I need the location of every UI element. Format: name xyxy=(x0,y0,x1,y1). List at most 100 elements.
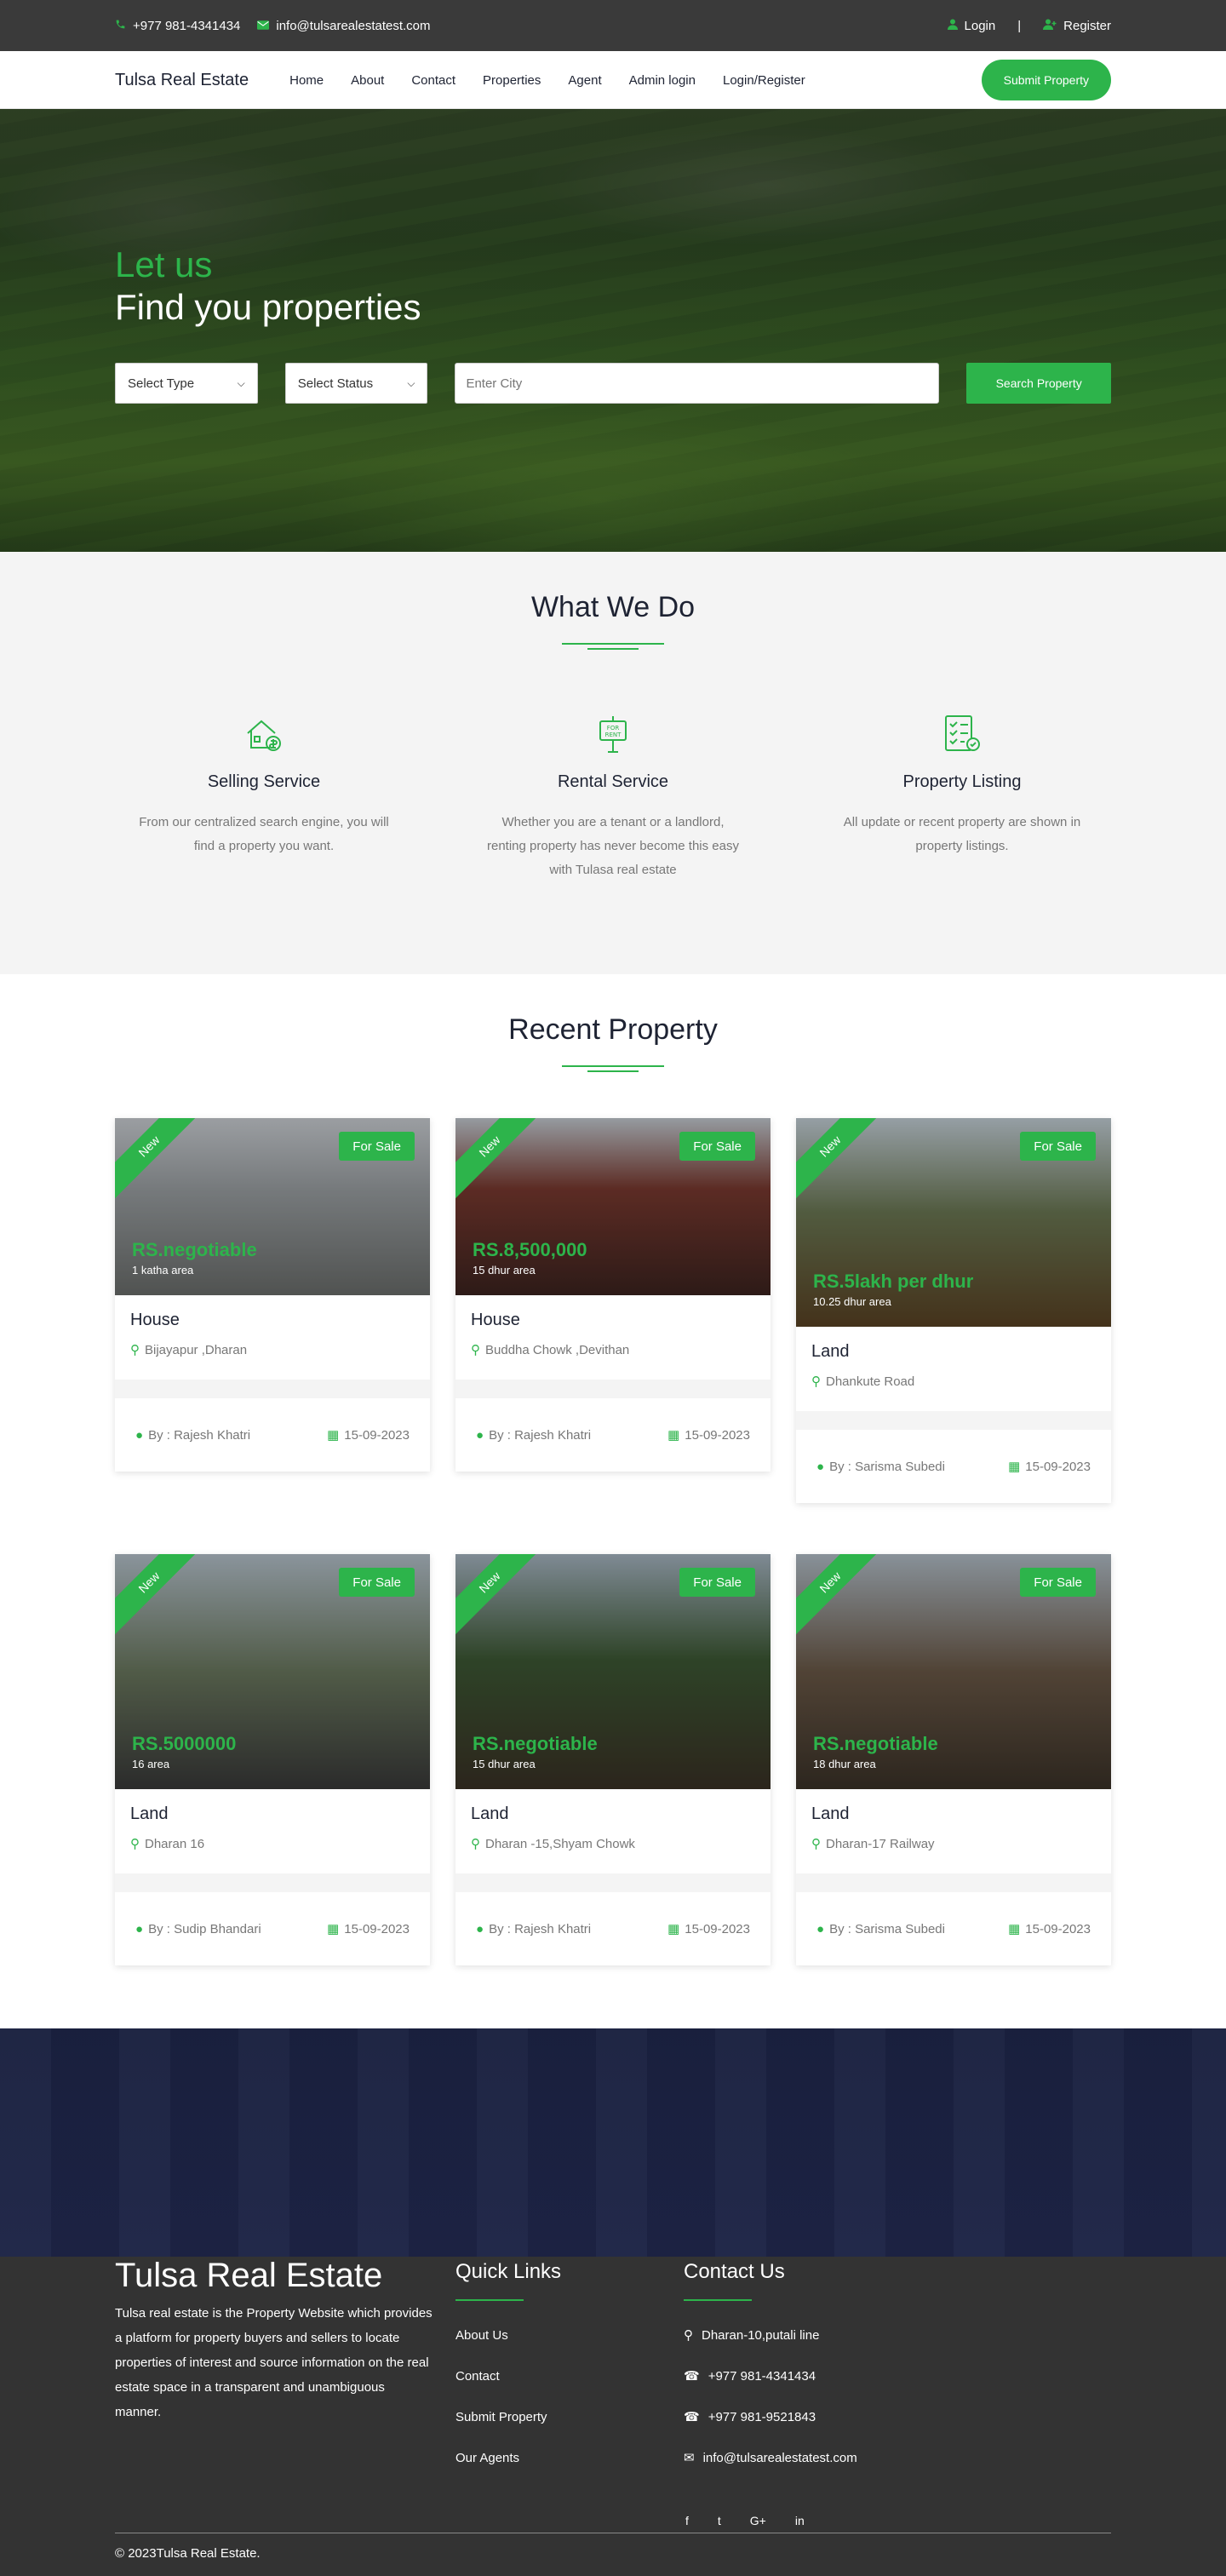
phone2-text: +977 981-9521843 xyxy=(708,2409,816,2424)
footer-phone1[interactable]: ☎ +977 981-4341434 xyxy=(684,2355,1024,2396)
property-card[interactable]: New For Sale RS.negotiable 15 dhur area … xyxy=(455,1554,771,1965)
property-footer: ● By : Rajesh Khatri ▦ 15-09-2023 xyxy=(455,1892,771,1965)
location-text: Dharan-17 Railway xyxy=(826,1836,935,1851)
new-ribbon: New xyxy=(796,1118,888,1204)
service-title: Selling Service xyxy=(207,772,321,791)
date-text: 15-09-2023 xyxy=(1025,1460,1091,1474)
hero-heading-line2: Find you properties xyxy=(115,287,421,328)
user-icon: ● xyxy=(816,1921,825,1936)
nav-agent[interactable]: Agent xyxy=(554,73,615,88)
calendar-icon: ▦ xyxy=(667,1922,680,1936)
service-text: From our centralized search engine, you … xyxy=(139,815,389,853)
service-text: All update or recent property are shown … xyxy=(843,815,1081,853)
navbar: Tulsa Real Estate Home About Contact Pro… xyxy=(0,51,1226,109)
property-card[interactable]: New For Sale RS.5lakh per dhur 10.25 dhu… xyxy=(796,1118,1111,1503)
property-location: ⚲ Dharan-17 Railway xyxy=(811,1836,1096,1852)
property-area: 15 dhur area xyxy=(473,1758,536,1770)
service-rental: FOR RENT Rental Service Whether you are a… xyxy=(481,714,745,882)
nav-admin-login[interactable]: Admin login xyxy=(616,73,709,88)
date-text: 15-09-2023 xyxy=(685,1922,750,1936)
nav-login-register[interactable]: Login/Register xyxy=(709,73,819,88)
property-agent: ● By : Sarisma Subedi xyxy=(816,1460,945,1474)
nav-brand[interactable]: Tulsa Real Estate xyxy=(115,71,249,90)
property-type[interactable]: House xyxy=(471,1311,755,1330)
footer-link-contact[interactable]: Contact xyxy=(455,2355,684,2396)
twitter-icon[interactable]: t xyxy=(718,2514,721,2527)
topbar-register[interactable]: Register xyxy=(1043,19,1111,33)
nav-properties[interactable]: Properties xyxy=(469,73,554,88)
social-links: f t G+ in xyxy=(685,2514,805,2527)
copyright: © 2023Tulsa Real Estate. xyxy=(115,2546,261,2561)
property-location: ⚲ Dhankute Road xyxy=(811,1374,1096,1390)
user-icon: ● xyxy=(476,1921,484,1936)
property-date: ▦ 15-09-2023 xyxy=(667,1921,750,1936)
nav-contact[interactable]: Contact xyxy=(398,73,469,88)
google-plus-icon[interactable]: G+ xyxy=(750,2514,766,2527)
agent-name: Sudip Bhandari xyxy=(174,1921,261,1936)
for-sale-badge: For Sale xyxy=(679,1568,755,1597)
property-card[interactable]: New For Sale RS.negotiable 18 dhur area … xyxy=(796,1554,1111,1965)
select-status-dropdown[interactable]: Select Status ⌵ xyxy=(284,363,428,404)
location-text: Buddha Chowk ,Devithan xyxy=(485,1342,630,1357)
linkedin-icon[interactable]: in xyxy=(795,2514,805,2527)
property-image[interactable]: New For Sale RS.5000000 16 area xyxy=(115,1554,430,1789)
footer-link-about[interactable]: About Us xyxy=(455,2315,684,2355)
property-image[interactable]: New For Sale RS.negotiable 1 katha area xyxy=(115,1118,430,1295)
footer-phone2[interactable]: ☎ +977 981-9521843 xyxy=(684,2396,1024,2437)
topbar-phone[interactable]: +977 981-4341434 xyxy=(115,19,240,33)
property-card[interactable]: New For Sale RS.negotiable 1 katha area … xyxy=(115,1118,430,1472)
property-area: 15 dhur area xyxy=(473,1264,536,1277)
property-area: 18 dhur area xyxy=(813,1758,876,1770)
topbar-login[interactable]: Login xyxy=(947,19,995,33)
contact-title: Contact Us xyxy=(684,2260,785,2283)
phone-icon: ☎ xyxy=(684,2410,700,2424)
new-ribbon: New xyxy=(455,1118,547,1204)
recent-property-title: Recent Property xyxy=(508,1013,718,1046)
property-image[interactable]: New For Sale RS.negotiable 18 dhur area xyxy=(796,1554,1111,1789)
register-link: Register xyxy=(1063,18,1111,33)
property-type[interactable]: House xyxy=(130,1311,415,1330)
property-area: 16 area xyxy=(132,1758,170,1770)
property-price: RS.negotiable xyxy=(132,1239,257,1260)
calendar-icon: ▦ xyxy=(327,1428,340,1443)
facebook-icon[interactable]: f xyxy=(685,2514,689,2527)
city-input[interactable] xyxy=(455,363,940,404)
property-price: RS.negotiable xyxy=(813,1733,938,1754)
property-type[interactable]: Land xyxy=(811,1804,1096,1824)
nav-about[interactable]: About xyxy=(337,73,398,88)
by-prefix: By : xyxy=(489,1921,515,1936)
property-footer: ● By : Sudip Bhandari ▦ 15-09-2023 xyxy=(115,1892,430,1965)
property-agent: ● By : Sarisma Subedi xyxy=(816,1922,945,1936)
property-image[interactable]: New For Sale RS.5lakh per dhur 10.25 dhu… xyxy=(796,1118,1111,1327)
date-text: 15-09-2023 xyxy=(344,1922,410,1936)
property-card[interactable]: New For Sale RS.5000000 16 area Land ⚲ Dh… xyxy=(115,1554,430,1965)
property-search-form: Select Type ⌵ Select Status ⌵ Search Pro… xyxy=(115,363,1111,404)
select-type-dropdown[interactable]: Select Type ⌵ xyxy=(115,363,258,404)
footer-link-submit-property[interactable]: Submit Property xyxy=(455,2396,684,2437)
address-text: Dharan-10,putali line xyxy=(702,2327,820,2343)
topbar-email-text: info@tulsarealestatest.com xyxy=(276,18,431,33)
property-image[interactable]: New For Sale RS.negotiable 15 dhur area xyxy=(455,1554,771,1789)
property-type[interactable]: Land xyxy=(811,1342,1096,1362)
location-text: Dhankute Road xyxy=(826,1374,915,1389)
footer-email[interactable]: ✉ info@tulsarealestatest.com xyxy=(684,2437,1024,2478)
title-underline xyxy=(562,643,664,650)
property-agent: ● By : Rajesh Khatri xyxy=(476,1428,591,1443)
property-image[interactable]: New For Sale RS.8,500,000 15 dhur area xyxy=(455,1118,771,1295)
nav-home[interactable]: Home xyxy=(276,73,337,88)
search-property-button[interactable]: Search Property xyxy=(966,363,1111,404)
property-location: ⚲ Bijayapur ,Dharan xyxy=(130,1342,415,1358)
email-text: info@tulsarealestatest.com xyxy=(702,2450,857,2465)
property-date: ▦ 15-09-2023 xyxy=(667,1427,750,1443)
property-card[interactable]: New For Sale RS.8,500,000 15 dhur area H… xyxy=(455,1118,771,1472)
new-ribbon: New xyxy=(455,1554,547,1640)
calendar-icon: ▦ xyxy=(1008,1460,1021,1474)
service-selling: Selling Service From our centralized sea… xyxy=(132,714,396,882)
date-text: 15-09-2023 xyxy=(344,1428,410,1443)
property-type[interactable]: Land xyxy=(471,1804,755,1824)
property-type[interactable]: Land xyxy=(130,1804,415,1824)
property-agent: ● By : Rajesh Khatri xyxy=(476,1922,591,1936)
footer-link-our-agents[interactable]: Our Agents xyxy=(455,2437,684,2478)
submit-property-button[interactable]: Submit Property xyxy=(981,60,1111,100)
topbar-email[interactable]: info@tulsarealestatest.com xyxy=(257,18,431,33)
